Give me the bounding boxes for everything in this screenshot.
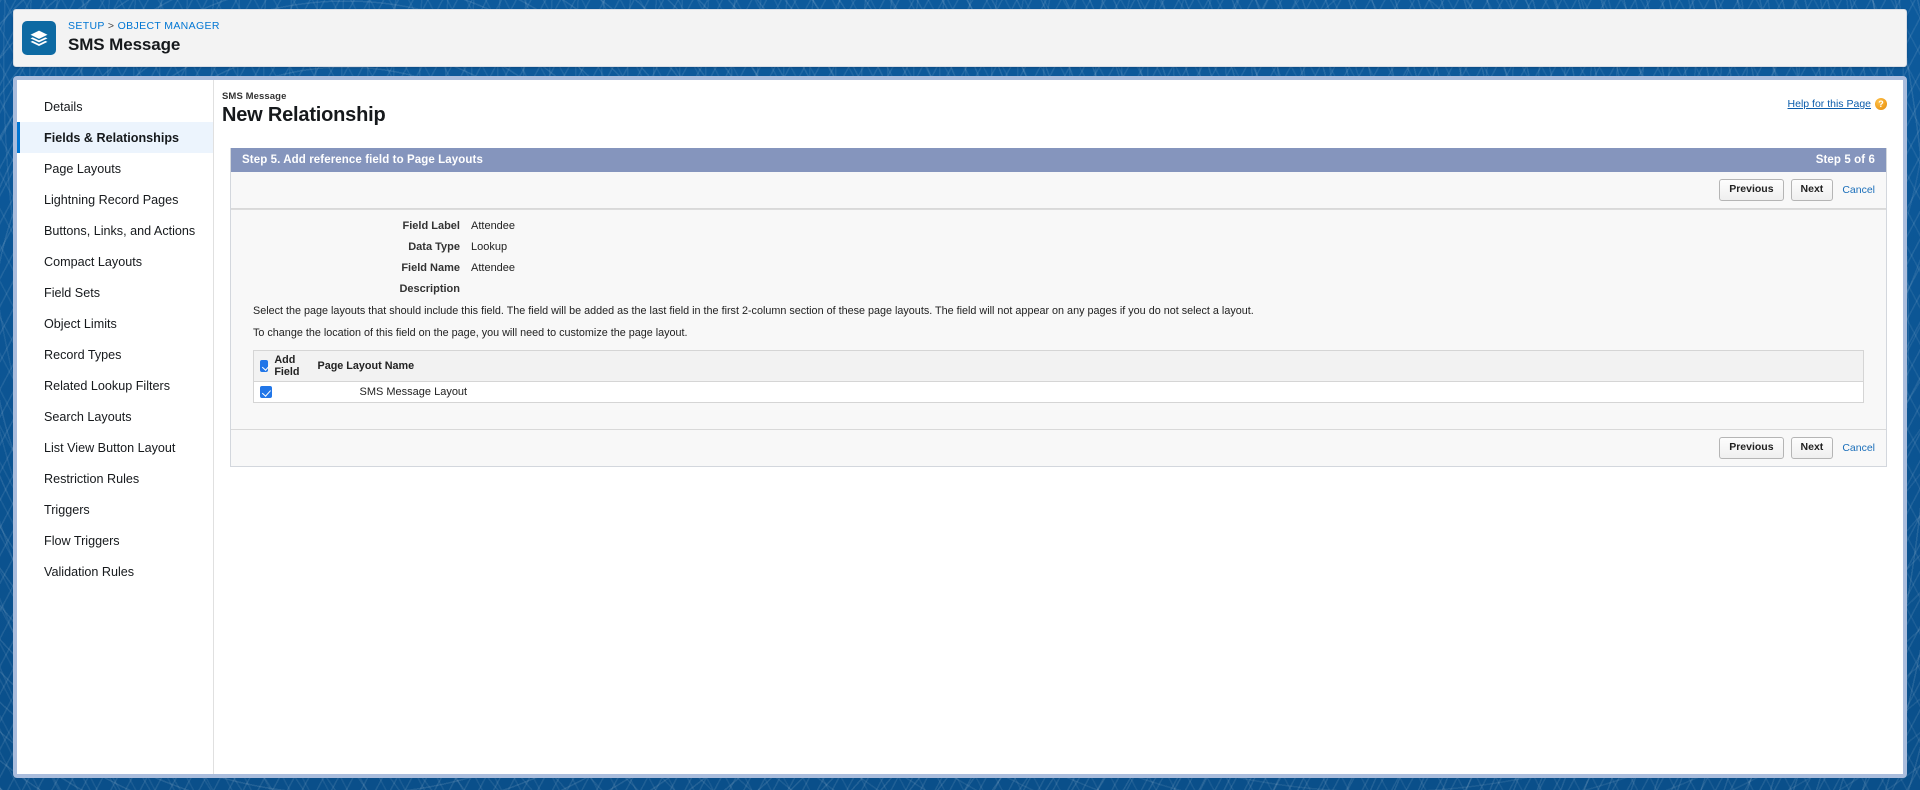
content-area: SMS Message New Relationship Help for th… bbox=[214, 80, 1903, 774]
sidebar-item-label: Flow Triggers bbox=[44, 533, 120, 548]
new-relationship-wizard: Step 5. Add reference field to Page Layo… bbox=[230, 148, 1887, 467]
sidebar-item-lightning-record-pages[interactable]: Lightning Record Pages bbox=[17, 184, 213, 215]
sidebar-item-buttons-links-and-actions[interactable]: Buttons, Links, and Actions bbox=[17, 215, 213, 246]
sidebar-item-search-layouts[interactable]: Search Layouts bbox=[17, 401, 213, 432]
sidebar-item-label: Compact Layouts bbox=[44, 254, 143, 269]
cancel-link-top[interactable]: Cancel bbox=[1840, 184, 1877, 196]
page-layouts-table: Add Field Page Layout Name SMS Message L… bbox=[253, 350, 1864, 404]
sidebar-item-restriction-rules[interactable]: Restriction Rules bbox=[17, 463, 213, 494]
sidebar-item-label: Validation Rules bbox=[44, 564, 135, 579]
sidebar-item-label: Record Types bbox=[44, 347, 122, 362]
sidebar-item-label: Buttons, Links, and Actions bbox=[44, 223, 196, 238]
cancel-link-bottom[interactable]: Cancel bbox=[1840, 442, 1877, 454]
table-header-row: Add Field Page Layout Name bbox=[253, 350, 1864, 383]
field-label-label: Field Label bbox=[402, 220, 460, 233]
content-header: SMS Message New Relationship Help for th… bbox=[222, 88, 1895, 148]
sidebar-item-page-layouts[interactable]: Page Layouts bbox=[17, 153, 213, 184]
sidebar-item-list-view-button-layout[interactable]: List View Button Layout bbox=[17, 432, 213, 463]
field-summary-row: Data Type Lookup bbox=[241, 241, 1876, 253]
layout-instructions-primary: Select the page layouts that should incl… bbox=[253, 305, 1254, 318]
help-link-label: Help for this Page bbox=[1787, 98, 1871, 110]
previous-button-top[interactable]: Previous bbox=[1719, 179, 1784, 202]
field-name-label: Field Name bbox=[401, 262, 460, 275]
field-summary-row: Field Label Attendee bbox=[241, 220, 1876, 232]
sidebar-item-label: Search Layouts bbox=[44, 409, 132, 424]
sidebar-item-fields-and-relationships[interactable]: Fields & Relationships bbox=[17, 122, 213, 153]
sidebar-item-flow-triggers[interactable]: Flow Triggers bbox=[17, 525, 213, 556]
field-name-value: Attendee bbox=[471, 262, 516, 275]
row-add-field-cell bbox=[253, 381, 312, 404]
sidebar-item-label: Restriction Rules bbox=[44, 471, 140, 486]
step-counter: Step 5 of 6 bbox=[1815, 154, 1875, 167]
help-for-this-page-link[interactable]: Help for this Page ? bbox=[1788, 98, 1887, 110]
table-row: SMS Message Layout bbox=[253, 381, 1864, 404]
table-header-add-field: Add Field bbox=[253, 350, 312, 383]
sidebar-item-label: Object Limits bbox=[44, 316, 117, 331]
field-label-value: Attendee bbox=[471, 220, 516, 233]
page-title: New Relationship bbox=[222, 104, 386, 126]
sidebar-item-related-lookup-filters[interactable]: Related Lookup Filters bbox=[17, 370, 213, 401]
select-all-checkbox[interactable] bbox=[260, 360, 269, 373]
description-label: Description bbox=[399, 283, 460, 296]
question-mark-badge-icon[interactable]: ? bbox=[1875, 98, 1887, 110]
sidebar-item-triggers[interactable]: Triggers bbox=[17, 494, 213, 525]
row-checkbox-sms-message-layout[interactable] bbox=[260, 386, 272, 399]
table-spacer bbox=[241, 403, 1876, 430]
sidebar-item-record-types[interactable]: Record Types bbox=[17, 339, 213, 370]
sidebar-item-label: Field Sets bbox=[44, 285, 100, 300]
sidebar-item-label: Details bbox=[44, 99, 83, 114]
sidebar-item-label: Lightning Record Pages bbox=[44, 192, 179, 207]
sidebar-item-label: Page Layouts bbox=[44, 161, 122, 176]
wizard-top-button-row: Previous Next Cancel bbox=[231, 172, 1886, 209]
sidebar-item-label: Fields & Relationships bbox=[44, 130, 180, 145]
sidebar-item-validation-rules[interactable]: Validation Rules bbox=[17, 556, 213, 587]
sidebar-item-label: List View Button Layout bbox=[44, 440, 176, 455]
sidebar-item-label: Triggers bbox=[44, 502, 90, 517]
page-object-title: SMS Message bbox=[68, 34, 181, 54]
sidebar-item-details[interactable]: Details bbox=[17, 91, 213, 122]
step-title: Step 5. Add reference field to Page Layo… bbox=[242, 154, 483, 167]
row-page-layout-name: SMS Message Layout bbox=[311, 381, 1864, 404]
sidebar-item-field-sets[interactable]: Field Sets bbox=[17, 277, 213, 308]
breadcrumb-setup[interactable]: SETUP bbox=[68, 20, 105, 33]
wizard-bottom-button-row: Previous Next Cancel bbox=[231, 430, 1886, 466]
sidebar-item-label: Related Lookup Filters bbox=[44, 378, 171, 393]
field-summary-row: Field Name Attendee bbox=[241, 262, 1876, 274]
layout-instructions-secondary: To change the location of this field on … bbox=[253, 327, 688, 340]
table-header-page-layout-name: Page Layout Name bbox=[311, 350, 1864, 383]
sidebar-item-compact-layouts[interactable]: Compact Layouts bbox=[17, 246, 213, 277]
data-type-label: Data Type bbox=[408, 241, 460, 254]
add-field-column-label: Add Field bbox=[274, 354, 300, 379]
field-summary-row: Description bbox=[241, 283, 1876, 295]
setup-header: SETUP > OBJECT MANAGER SMS Message bbox=[13, 9, 1907, 67]
data-type-value: Lookup bbox=[471, 241, 508, 254]
breadcrumb: SETUP > OBJECT MANAGER bbox=[68, 21, 220, 33]
layers-stack-icon bbox=[22, 21, 56, 55]
wizard-body: Field Label Attendee Data Type Lookup Fi… bbox=[231, 209, 1886, 430]
context-label: SMS Message bbox=[222, 91, 287, 102]
breadcrumb-separator: > bbox=[107, 20, 115, 33]
next-button-bottom[interactable]: Next bbox=[1790, 437, 1834, 459]
step-banner: Step 5. Add reference field to Page Layo… bbox=[231, 148, 1886, 173]
breadcrumb-object-manager[interactable]: OBJECT MANAGER bbox=[118, 20, 220, 33]
sidebar-item-object-limits[interactable]: Object Limits bbox=[17, 308, 213, 339]
object-manager-sidebar: Details Fields & Relationships Page Layo… bbox=[17, 80, 214, 774]
main-panel: Details Fields & Relationships Page Layo… bbox=[13, 76, 1907, 778]
previous-button-bottom[interactable]: Previous bbox=[1719, 437, 1784, 459]
next-button-top[interactable]: Next bbox=[1790, 179, 1834, 202]
